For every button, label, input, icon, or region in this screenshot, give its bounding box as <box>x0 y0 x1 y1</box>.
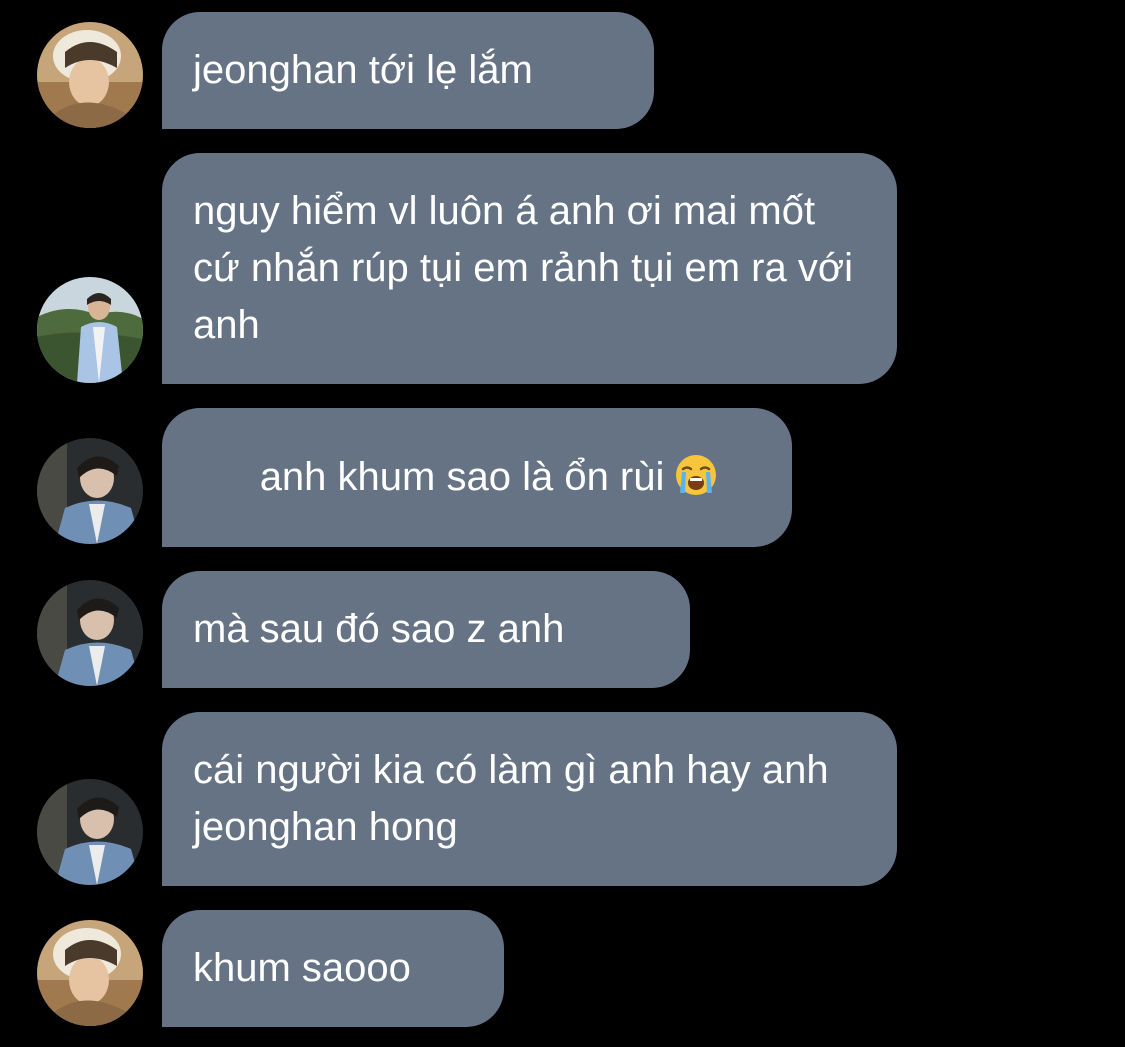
message-bubble[interactable]: khum saooo <box>162 910 504 1027</box>
message-content: anh khum sao là ổn rùi <box>193 392 718 563</box>
message-bubble[interactable]: mà sau đó sao z anh <box>162 571 690 688</box>
avatar-denim-person[interactable] <box>37 779 143 885</box>
avatar-denim-person[interactable] <box>37 580 143 686</box>
message-bubble[interactable]: anh khum sao là ổn rùi <box>162 408 792 547</box>
message-text: cái người kia có làm gì anh hay anh jeon… <box>193 748 840 849</box>
avatar-outdoor-person[interactable] <box>37 277 143 383</box>
avatar-hat-person[interactable] <box>37 920 143 1026</box>
loudly-crying-face-icon <box>674 453 718 497</box>
message-bubble[interactable]: cái người kia có làm gì anh hay anh jeon… <box>162 712 897 886</box>
message-bubble[interactable]: jeonghan tới lẹ lắm <box>162 12 654 129</box>
message-text: nguy hiểm vl luôn á anh ơi mai mốt cứ nh… <box>193 189 865 347</box>
message-text: mà sau đó sao z anh <box>193 607 565 651</box>
message-text: jeonghan tới lẹ lắm <box>193 48 533 92</box>
avatar-denim-person[interactable] <box>37 438 143 544</box>
avatar-hat-person[interactable] <box>37 22 143 128</box>
message-bubble[interactable]: nguy hiểm vl luôn á anh ơi mai mốt cứ nh… <box>162 153 897 384</box>
message-text: khum saooo <box>193 946 411 990</box>
message-text: anh khum sao là ổn rùi <box>259 455 665 499</box>
